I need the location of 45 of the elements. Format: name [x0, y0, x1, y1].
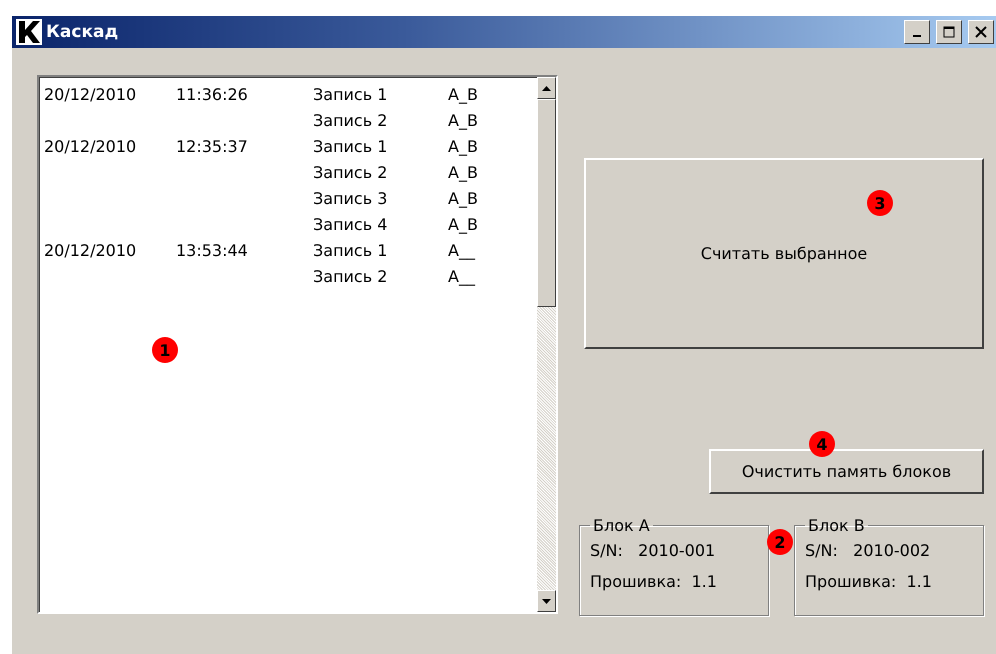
down-arrow-icon	[542, 598, 551, 604]
serial-number: S/N: 2010-001	[590, 541, 716, 560]
record-blocks: A_B	[448, 214, 478, 234]
callout-marker: 2	[767, 529, 793, 555]
block-title: Блок B	[807, 516, 866, 535]
record-blocks: A_B	[448, 84, 478, 104]
serial-number: S/N: 2010-002	[805, 541, 932, 560]
clear-memory-button[interactable]: Очистить память блоков	[709, 449, 984, 494]
app-logo-icon	[16, 19, 42, 45]
scroll-thumb[interactable]	[537, 99, 556, 307]
record-name: Запись 1	[313, 84, 388, 104]
record-time: 11:36:26	[176, 84, 248, 104]
record-date: 20/12/2010	[44, 136, 136, 156]
record-date: 20/12/2010	[44, 84, 136, 104]
maximize-icon	[943, 26, 955, 38]
block-title: Блок A	[592, 516, 651, 535]
scroll-up-button[interactable]	[537, 77, 556, 99]
up-arrow-icon	[542, 86, 551, 90]
record-blocks: A_B	[448, 188, 478, 208]
record-blocks: A_B	[448, 110, 478, 130]
record-name: Запись 4	[313, 214, 388, 234]
record-name: Запись 1	[313, 240, 388, 260]
close-icon	[975, 26, 987, 38]
record-blocks: A__	[448, 240, 475, 260]
record-name: Запись 2	[313, 110, 388, 130]
record-blocks: A_B	[448, 162, 478, 182]
firmware-version: Прошивка: 1.1	[805, 572, 933, 591]
record-name: Запись 2	[313, 162, 388, 182]
record-name: Запись 2	[313, 266, 388, 286]
scroll-down-button[interactable]	[537, 590, 556, 612]
record-name: Запись 1	[313, 136, 388, 156]
firmware-version: Прошивка: 1.1	[590, 572, 718, 591]
maximize-button[interactable]	[936, 20, 962, 44]
callout-marker: 4	[809, 431, 835, 457]
record-blocks: A__	[448, 266, 475, 286]
record-date: 20/12/2010	[44, 240, 136, 260]
scrollbar[interactable]	[537, 77, 556, 612]
record-time: 12:35:37	[176, 136, 248, 156]
record-time: 13:53:44	[176, 240, 248, 260]
record-name: Запись 3	[313, 188, 388, 208]
record-blocks: A_B	[448, 136, 478, 156]
minimize-button[interactable]	[904, 20, 930, 44]
window-title: Каскад	[46, 22, 120, 42]
minimize-icon	[913, 35, 921, 37]
close-button[interactable]	[968, 20, 994, 44]
